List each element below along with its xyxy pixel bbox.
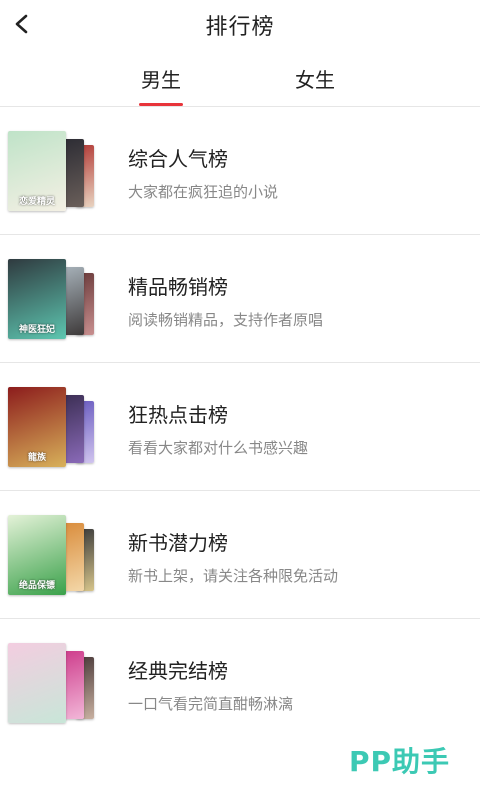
book-covers: 龍族 xyxy=(8,387,96,467)
tab-female-label: 女生 xyxy=(295,67,335,92)
ranking-description: 大家都在疯狂追的小说 xyxy=(128,183,279,201)
ranking-title: 综合人气榜 xyxy=(128,147,228,171)
book-cover-image xyxy=(8,643,66,723)
tab-male-label: 男生 xyxy=(141,67,181,92)
ranking-item[interactable]: 恋爱精灵 综合人气榜大家都在疯狂追的小说 xyxy=(0,107,480,235)
ranking-item[interactable]: 绝品保镖 新书潜力榜新书上架，请关注各种限免活动 xyxy=(0,491,480,619)
tab-female[interactable]: 女生 xyxy=(274,50,356,106)
back-button[interactable] xyxy=(4,6,40,42)
gender-tabs: 男生 女生 xyxy=(0,50,480,107)
book-cover-title: 神医狂妃 xyxy=(18,325,55,335)
book-cover-title: 恋爱精灵 xyxy=(18,197,55,207)
book-cover-title: 龍族 xyxy=(27,453,46,463)
ranking-title: 新书潜力榜 xyxy=(128,531,228,555)
ranking-title: 经典完结榜 xyxy=(128,659,228,683)
ranking-item[interactable]: 神医狂妃 精品畅销榜阅读畅销精品，支持作者原唱 xyxy=(0,235,480,363)
book-covers: 神医狂妃 xyxy=(8,259,96,339)
ranking-item[interactable]: 龍族 狂热点击榜看看大家都对什么书感兴趣 xyxy=(0,363,480,491)
ranking-list: 恋爱精灵 综合人气榜大家都在疯狂追的小说神医狂妃 精品畅销榜阅读畅销精品，支持作者原… xyxy=(0,107,480,746)
watermark-logo: PP助手 xyxy=(348,745,450,778)
top-bar: 排行榜 xyxy=(0,0,480,50)
chevron-left-icon xyxy=(15,14,28,34)
book-cover-image: 恋爱精灵 xyxy=(8,131,66,211)
ranking-title: 精品畅销榜 xyxy=(128,275,228,299)
ranking-item[interactable]: 经典完结榜一口气看完简直酣畅淋漓 xyxy=(0,619,480,746)
book-cover-image: 神医狂妃 xyxy=(8,259,66,339)
book-covers xyxy=(8,643,96,723)
ranking-description: 看看大家都对什么书感兴趣 xyxy=(128,439,309,457)
book-covers: 恋爱精灵 xyxy=(8,131,96,211)
page-title: 排行榜 xyxy=(205,15,275,40)
ranking-description: 新书上架，请关注各种限免活动 xyxy=(128,567,339,585)
book-cover-title: 绝品保镖 xyxy=(18,581,55,591)
book-covers: 绝品保镖 xyxy=(8,515,96,595)
book-cover-image: 绝品保镖 xyxy=(8,515,66,595)
ranking-description: 一口气看完简直酣畅淋漓 xyxy=(128,695,294,713)
book-cover-image: 龍族 xyxy=(8,387,66,467)
ranking-description: 阅读畅销精品，支持作者原唱 xyxy=(128,311,324,329)
active-tab-indicator xyxy=(139,103,183,106)
tab-male[interactable]: 男生 xyxy=(120,50,202,106)
ranking-title: 狂热点击榜 xyxy=(128,403,228,427)
